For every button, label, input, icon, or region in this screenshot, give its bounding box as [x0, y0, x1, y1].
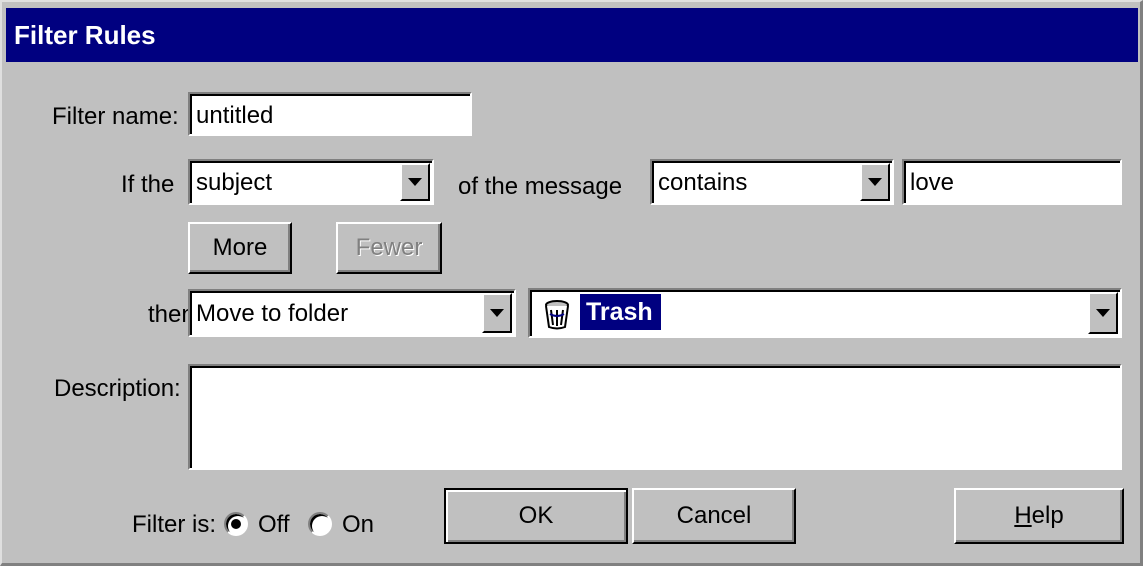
- chevron-down-icon: [490, 309, 504, 317]
- chevron-down-icon: [408, 178, 422, 186]
- title-bar: Filter Rules: [6, 8, 1138, 62]
- off-radio[interactable]: [224, 512, 248, 536]
- cancel-button-label: Cancel: [676, 502, 752, 529]
- action-select-dropdown-button[interactable]: [482, 293, 512, 333]
- more-button[interactable]: More: [188, 222, 292, 274]
- description-label: Description:: [54, 375, 181, 402]
- action-select-value: Move to folder: [196, 300, 349, 327]
- operator-select-value: contains: [658, 169, 748, 196]
- fewer-button-label: Fewer: [355, 234, 423, 261]
- window-title: Filter Rules: [14, 20, 156, 50]
- on-radio-label[interactable]: On: [342, 510, 374, 540]
- criteria-input[interactable]: love: [902, 159, 1122, 205]
- folder-select-value: Trash: [580, 294, 661, 330]
- filter-name-input[interactable]: untitled: [188, 92, 472, 136]
- field-select[interactable]: subject: [188, 159, 434, 205]
- if-the-label: If the: [121, 171, 175, 198]
- trash-can-icon: [545, 300, 569, 330]
- help-button[interactable]: Help: [954, 488, 1124, 544]
- chevron-down-icon: [868, 178, 882, 186]
- field-select-value: subject: [196, 169, 273, 196]
- on-radio[interactable]: [308, 512, 332, 536]
- help-button-label: Help: [1014, 502, 1063, 529]
- folder-select[interactable]: Trash: [528, 288, 1122, 338]
- operator-select[interactable]: contains: [650, 159, 894, 205]
- fewer-button[interactable]: Fewer: [336, 222, 442, 274]
- cancel-button[interactable]: Cancel: [632, 488, 796, 544]
- action-select[interactable]: Move to folder: [188, 289, 516, 337]
- filter-name-label: Filter name:: [52, 103, 179, 130]
- help-mnemonic: H: [1014, 502, 1032, 529]
- help-label-rest: elp: [1031, 502, 1064, 529]
- folder-select-dropdown-button[interactable]: [1088, 292, 1118, 334]
- radio-selected-dot: [231, 519, 241, 529]
- filter-rules-dialog: Filter Rules Filter name: untitled If th…: [0, 0, 1143, 566]
- chevron-down-icon: [1096, 309, 1110, 317]
- filter-is-label: Filter is:: [132, 511, 216, 538]
- operator-select-dropdown-button[interactable]: [860, 163, 890, 201]
- field-select-dropdown-button[interactable]: [400, 163, 430, 201]
- of-the-message-label: of the message: [458, 173, 623, 200]
- ok-button[interactable]: OK: [444, 488, 628, 544]
- filter-name-value: untitled: [196, 102, 274, 129]
- off-radio-label[interactable]: Off: [258, 510, 290, 540]
- more-button-label: More: [212, 234, 268, 261]
- criteria-value: love: [910, 169, 955, 196]
- ok-button-label: OK: [518, 502, 554, 529]
- description-textarea[interactable]: [188, 364, 1122, 470]
